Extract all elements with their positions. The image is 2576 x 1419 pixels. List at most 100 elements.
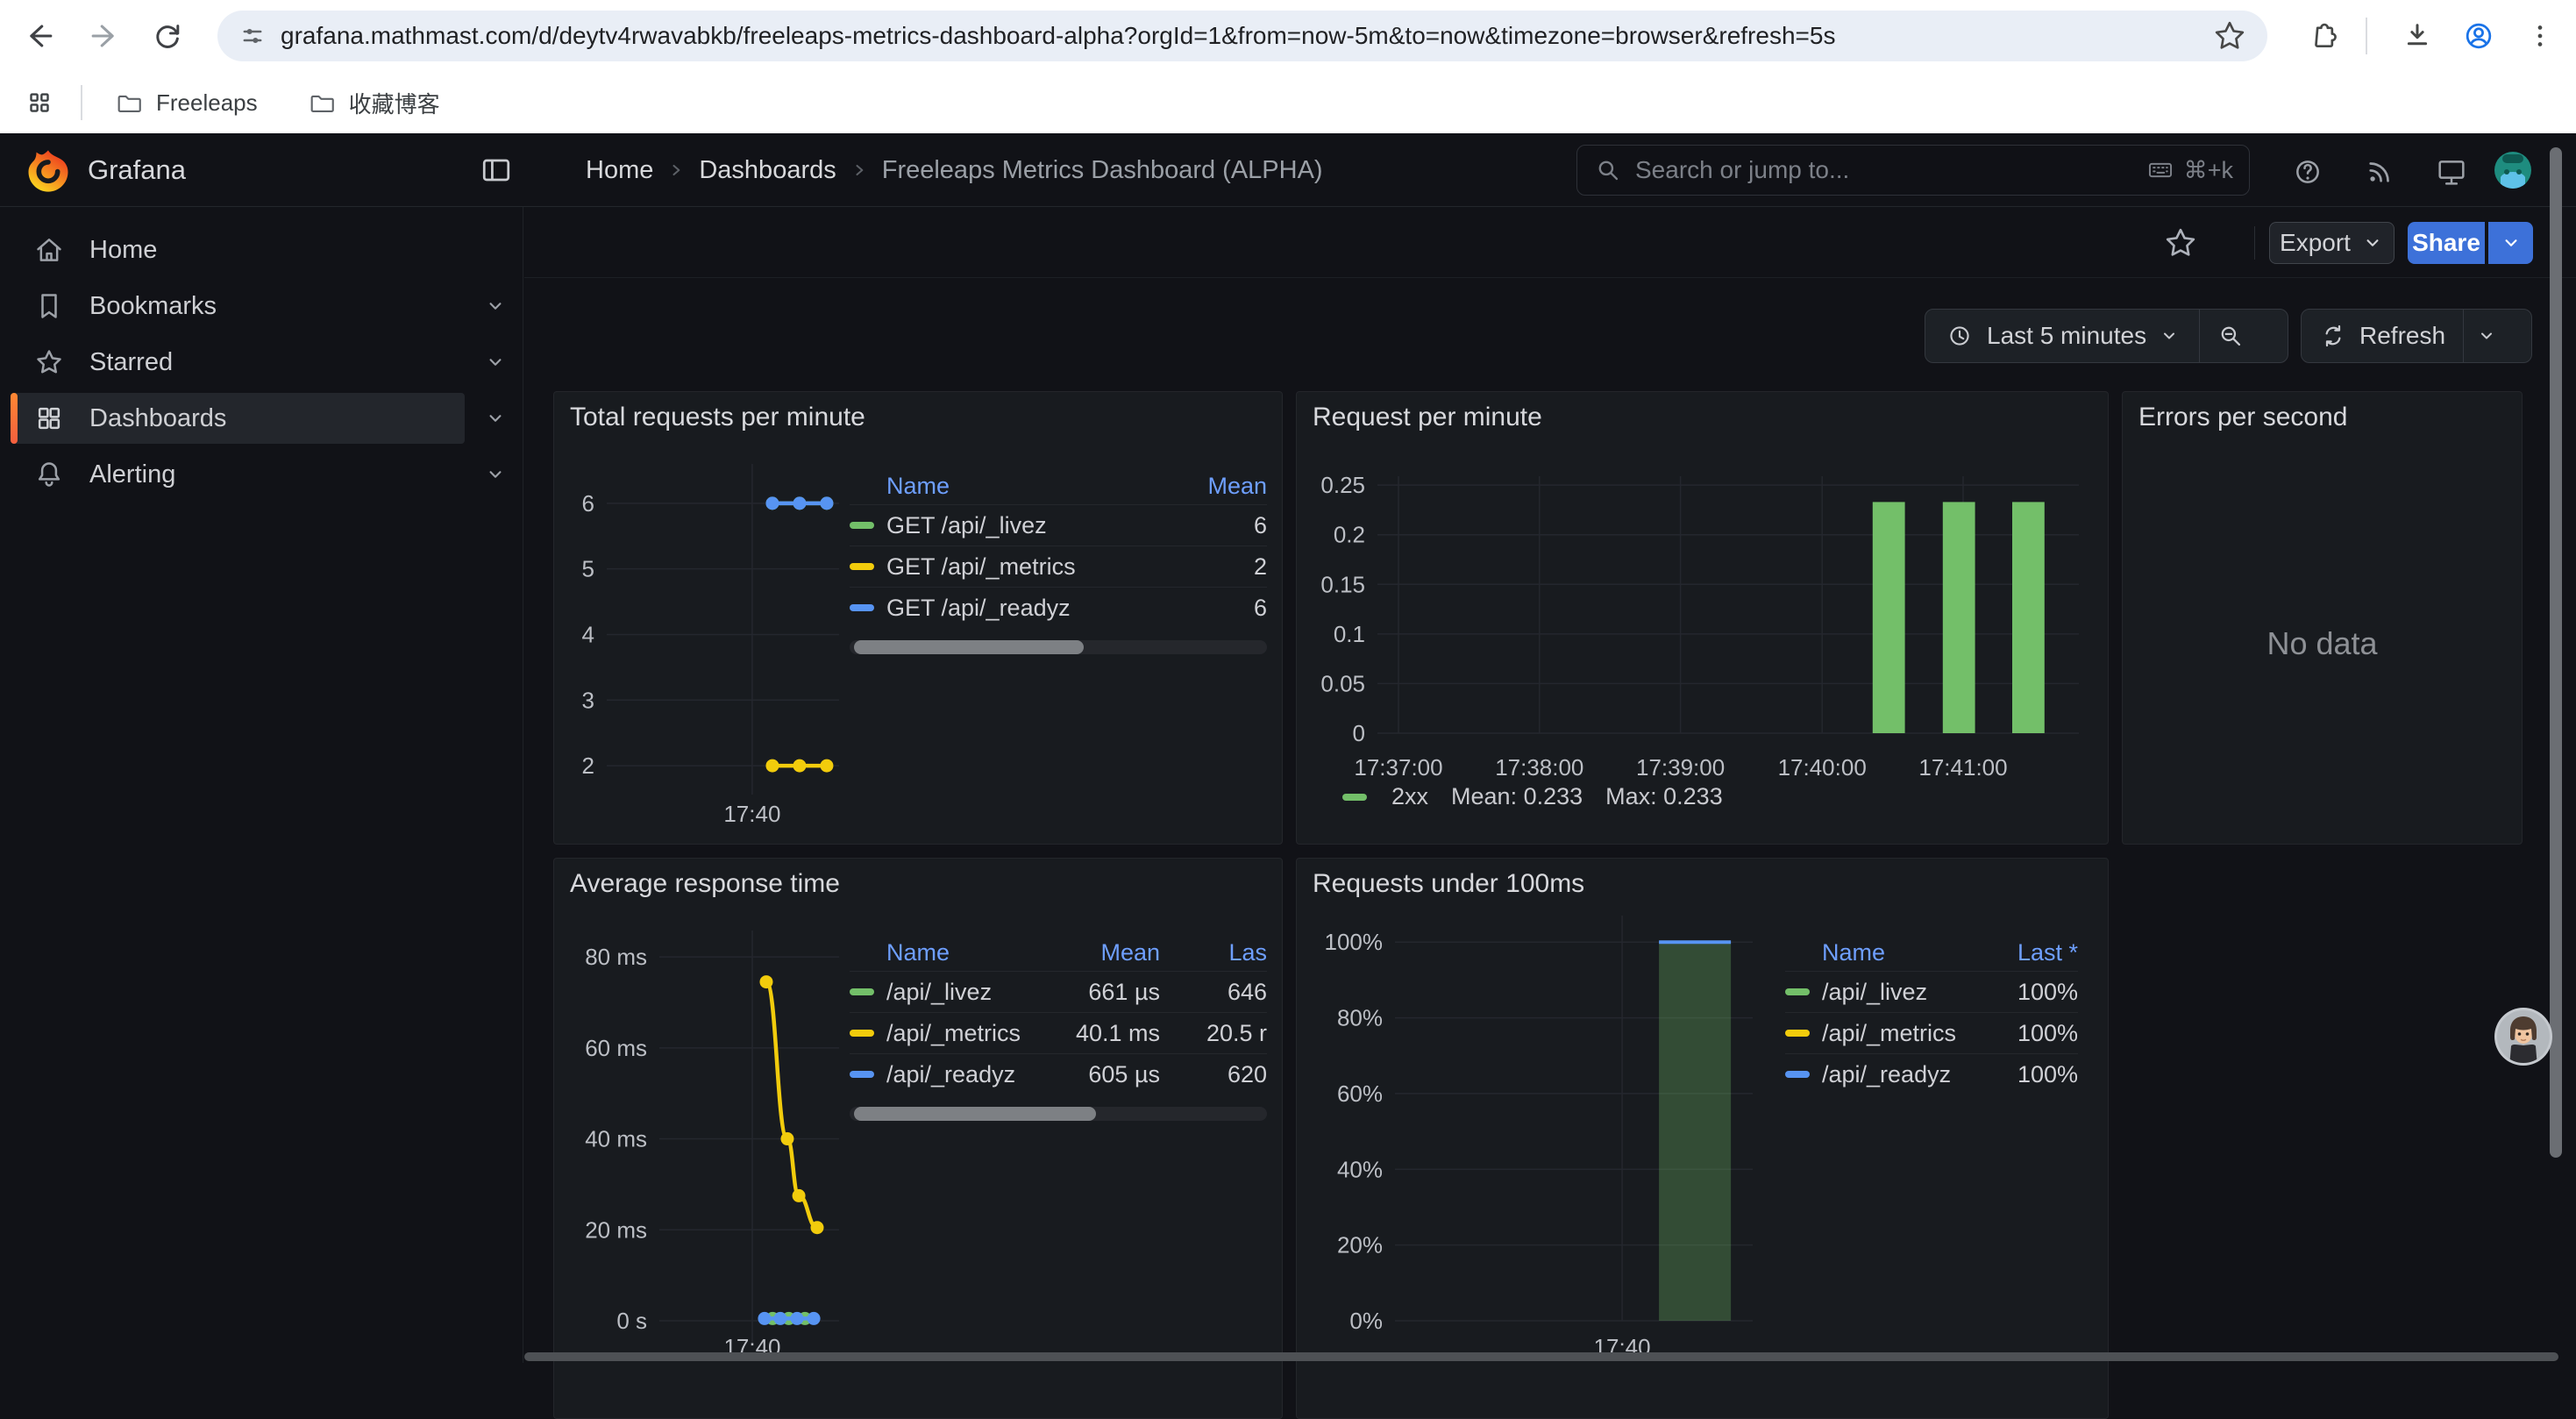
back-button[interactable] (14, 11, 65, 61)
downloads-button[interactable] (2392, 11, 2443, 61)
refresh-button[interactable]: Refresh (2302, 322, 2463, 350)
svg-text:40 ms: 40 ms (585, 1126, 647, 1152)
sidebar-item-label: Dashboards (89, 404, 226, 433)
breadcrumb-separator-icon (667, 161, 685, 179)
monitor-icon (2434, 154, 2469, 189)
panel-errors-per-second[interactable]: Errors per second No data (2122, 391, 2523, 845)
bookmark-label: 收藏博客 (349, 87, 440, 119)
grid-icon (32, 401, 67, 436)
horizontal-scrollbar[interactable] (524, 1352, 2558, 1361)
breadcrumb-item[interactable]: Dashboards (699, 156, 836, 185)
svg-text:17:41:00: 17:41:00 (1918, 754, 2007, 781)
zoom-out-button[interactable] (2200, 321, 2261, 351)
time-controls-row: Last 5 minutes Refresh (524, 278, 2576, 391)
site-settings-icon[interactable] (235, 18, 270, 53)
svg-text:0%: 0% (1349, 1308, 1383, 1334)
sidebar-toggle-button[interactable] (477, 151, 516, 189)
panel-total-requests-per-minute[interactable]: Total requests per minute NameMeanGET /a… (553, 391, 1283, 845)
svg-text:3: 3 (582, 687, 594, 713)
grafana-logo (25, 147, 72, 195)
avatar-image (2494, 151, 2532, 189)
svg-text:60 ms: 60 ms (585, 1035, 647, 1061)
kiosk-mode-button[interactable] (2432, 153, 2471, 191)
svg-text:17:38:00: 17:38:00 (1495, 754, 1583, 781)
help-button[interactable] (2288, 153, 2327, 191)
export-button[interactable]: Export (2269, 222, 2395, 264)
chevron-down-icon[interactable] (484, 351, 507, 374)
sidebar-item-label: Home (89, 236, 157, 265)
dashboard-toolbar: Export Share (524, 207, 2576, 278)
svg-text:17:40:00: 17:40:00 (1778, 754, 1867, 781)
bookmarks-bar: Freeleaps 收藏博客 (0, 72, 2576, 133)
breadcrumb-separator-icon (850, 161, 868, 179)
svg-text:0: 0 (1353, 720, 1365, 746)
breadcrumb-item[interactable]: Home (586, 156, 653, 185)
apps-grid-button[interactable] (14, 77, 65, 128)
chevron-down-icon (2159, 325, 2180, 346)
chevron-down-icon[interactable] (484, 463, 507, 486)
home-icon (32, 232, 67, 267)
extensions-button[interactable] (2297, 11, 2348, 61)
browser-menu-button[interactable] (2515, 11, 2565, 61)
bookmark-star-icon[interactable] (2211, 18, 2248, 54)
refresh-interval-button[interactable] (2464, 325, 2509, 346)
help-icon (2290, 154, 2325, 189)
bookmark-folder[interactable]: 收藏博客 (291, 80, 456, 125)
address-bar[interactable]: grafana.mathmast.com/d/deytv4rwavabkb/fr… (217, 11, 2267, 61)
folder-icon (307, 88, 337, 118)
sidebar-item-alerting[interactable]: Alerting (11, 449, 465, 500)
apps-grid-icon (23, 86, 56, 119)
panel-requests-under-100ms[interactable]: Requests under 100ms NameLast */api/_liv… (1296, 858, 2109, 1419)
forward-icon (85, 17, 124, 55)
no-data-message: No data (2123, 625, 2522, 662)
share-button[interactable]: Share (2408, 222, 2485, 264)
reload-icon (149, 18, 186, 54)
panel-average-response-time[interactable]: Average response time NameMeanLas/api/_l… (553, 858, 1283, 1419)
reload-button[interactable] (142, 11, 193, 61)
bookmark-icon (32, 289, 67, 324)
star-icon (32, 345, 67, 380)
browser-toolbar: grafana.mathmast.com/d/deytv4rwavabkb/fr… (0, 0, 2576, 72)
user-avatar[interactable] (2494, 151, 2532, 189)
breadcrumb-item: Freeleaps Metrics Dashboard (ALPHA) (882, 156, 1323, 185)
keyboard-icon (2145, 155, 2175, 185)
time-range-picker[interactable]: Last 5 minutes (1925, 321, 2199, 351)
profile-button[interactable] (2453, 11, 2504, 61)
chevron-down-icon (2476, 325, 2497, 346)
svg-text:20 ms: 20 ms (585, 1216, 647, 1243)
panel-title[interactable]: Errors per second (2138, 403, 2347, 432)
share-menu-button[interactable] (2488, 222, 2533, 264)
news-button[interactable] (2360, 153, 2399, 191)
svg-text:17:39:00: 17:39:00 (1636, 754, 1725, 781)
chart-canvas: 17:37:0017:38:0017:39:0017:40:0017:41:00… (1297, 392, 2109, 845)
forward-button[interactable] (79, 11, 130, 61)
sidebar-item-home[interactable]: Home (11, 225, 465, 275)
search-box[interactable]: ⌘+k (1576, 145, 2250, 196)
folder-icon (114, 88, 144, 118)
kebab-menu-icon (2523, 19, 2557, 53)
extensions-puzzle-icon (2305, 18, 2340, 53)
svg-text:80 ms: 80 ms (585, 944, 647, 970)
svg-text:60%: 60% (1337, 1080, 1383, 1107)
svg-text:2: 2 (582, 752, 594, 779)
url-text: grafana.mathmast.com/d/deytv4rwavabkb/fr… (281, 22, 2211, 50)
chevron-down-icon (2500, 232, 2523, 254)
bookmark-folder[interactable]: Freeleaps (98, 80, 274, 125)
search-input[interactable] (1635, 156, 2133, 184)
search-shortcut: ⌘+k (2145, 155, 2233, 185)
active-indicator (11, 393, 18, 444)
favorite-dashboard-button[interactable] (2162, 225, 2199, 261)
chart-canvas: 17:40100%80%60%40%20%0% (1297, 859, 2109, 1419)
assistant-floating-avatar[interactable] (2494, 1007, 2553, 1066)
chevron-down-icon[interactable] (484, 295, 507, 317)
back-icon (20, 17, 59, 55)
avatar-image (2494, 1007, 2553, 1066)
sidebar-item-starred[interactable]: Starred (11, 337, 465, 388)
sidebar-item-label: Alerting (89, 460, 175, 489)
chevron-down-icon[interactable] (484, 407, 507, 430)
panel-request-per-minute[interactable]: Request per minute 2xx Mean: 0.233 Max: … (1296, 391, 2109, 845)
svg-text:0.25: 0.25 (1320, 472, 1365, 498)
sidebar-item-bookmarks[interactable]: Bookmarks (11, 281, 465, 332)
bookmark-label: Freeleaps (156, 89, 258, 117)
sidebar-item-dashboards[interactable]: Dashboards (11, 393, 465, 444)
